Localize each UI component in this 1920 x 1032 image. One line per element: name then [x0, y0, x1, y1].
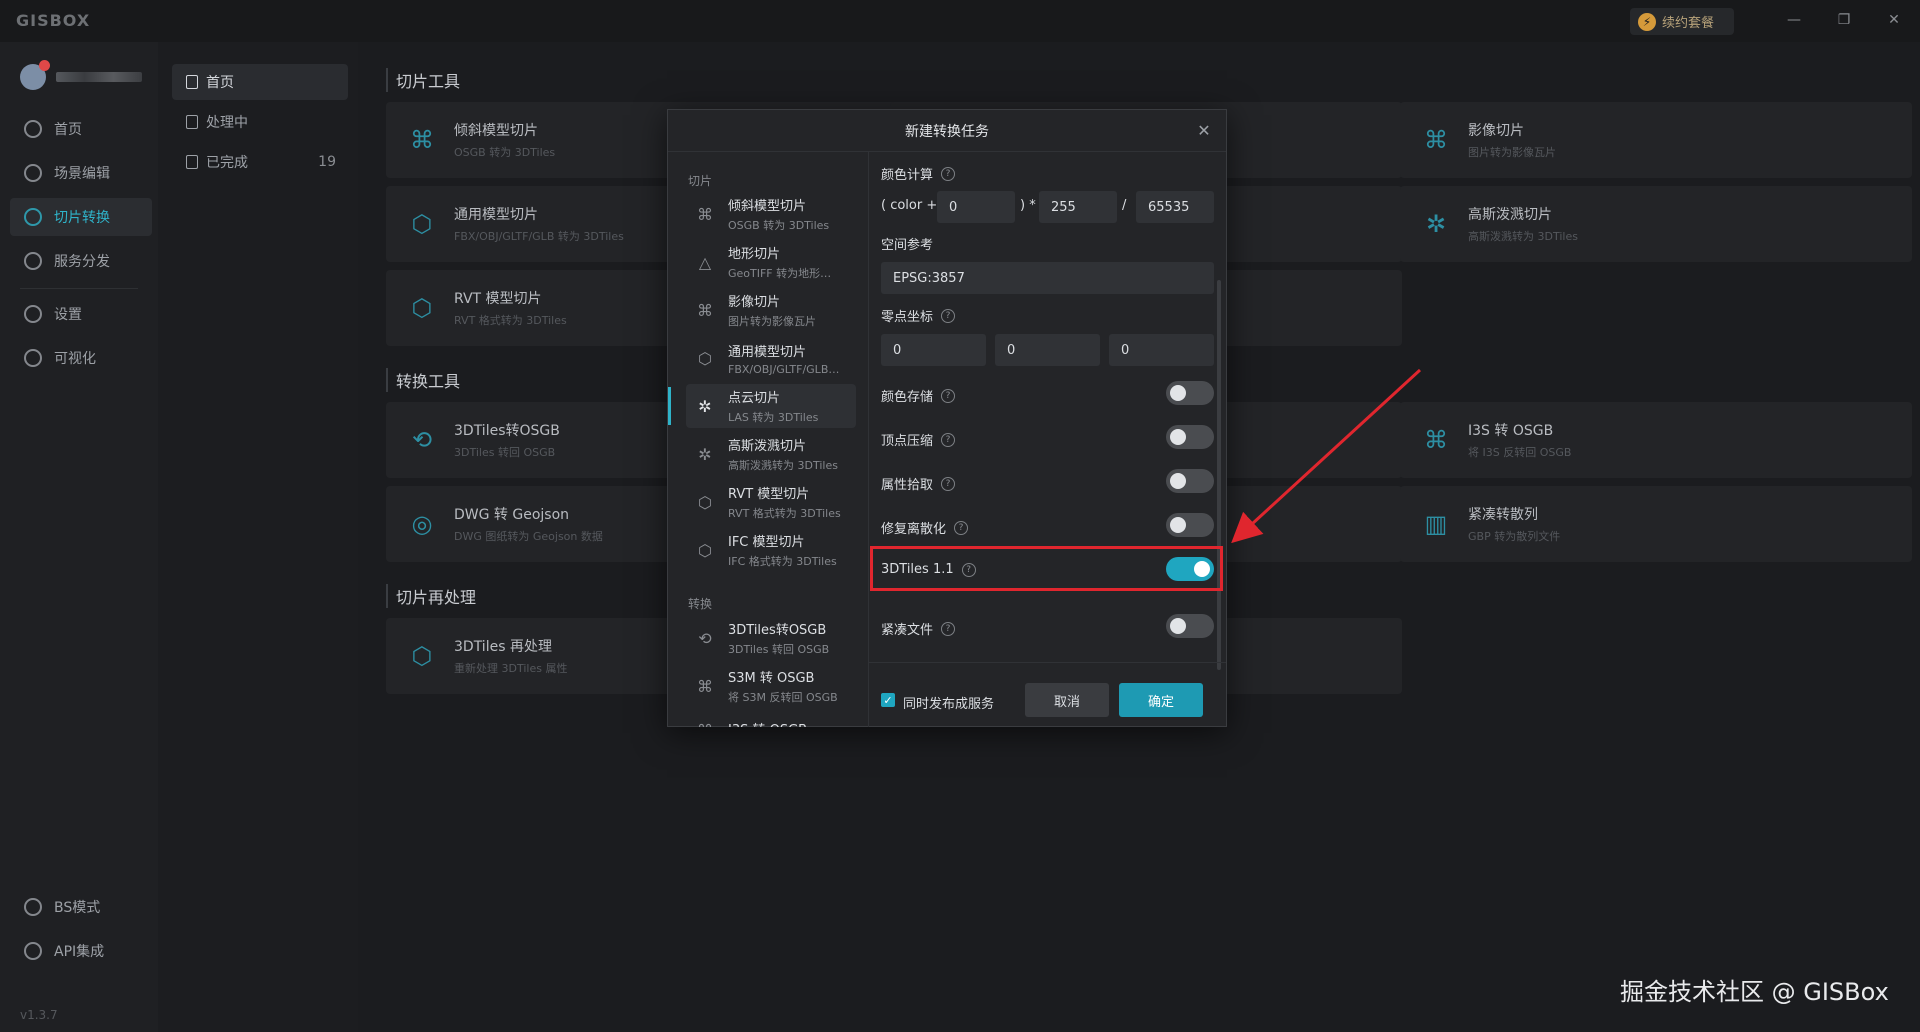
- annotation-arrow: [1231, 368, 1422, 544]
- watermark: 掘金技术社区 @ GISBox: [1620, 978, 1889, 1006]
